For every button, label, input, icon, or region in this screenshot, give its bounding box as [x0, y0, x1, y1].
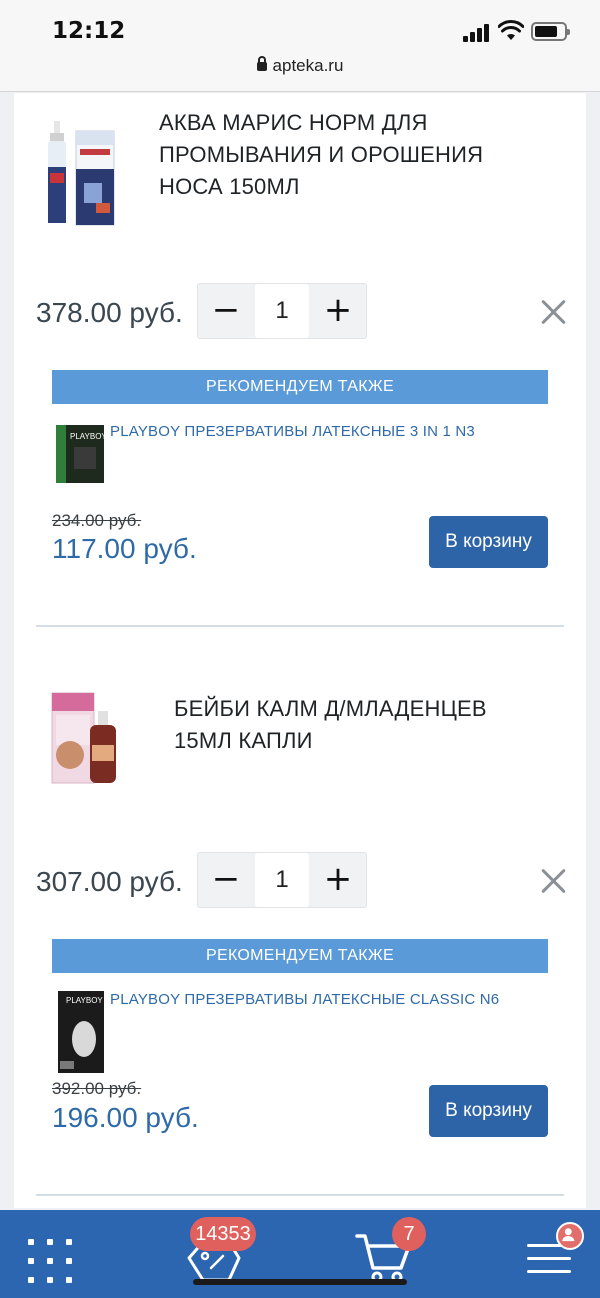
item-divider	[36, 625, 564, 627]
cellular-signal-icon	[463, 24, 491, 42]
add-to-cart-button[interactable]: В корзину	[429, 516, 548, 568]
nasal-spray-product-icon	[48, 121, 115, 226]
recommended-product-link[interactable]: PLAYBOY ПРЕЗЕРВАТИВЫ ЛАТЕКСНЫЕ 3 IN 1 N3	[110, 423, 475, 440]
remove-item-icon[interactable]	[538, 297, 568, 327]
user-notification-icon	[556, 1222, 584, 1250]
product-price: 378.00 руб.	[36, 297, 183, 328]
decrease-quantity-button[interactable]: −	[198, 853, 254, 907]
add-to-cart-button[interactable]: В корзину	[429, 1085, 548, 1137]
quantity-stepper: − 1 +	[197, 283, 367, 339]
discount-price: 117.00 руб.	[52, 533, 197, 564]
url-text: apteka.ru	[272, 56, 344, 75]
quantity-stepper: − 1 +	[197, 852, 367, 908]
drops-bottle-product-icon	[51, 692, 116, 784]
decrease-quantity-button[interactable]: −	[198, 284, 254, 338]
home-indicator	[193, 1279, 407, 1285]
status-time: 12:12	[52, 18, 126, 44]
promo-count-badge: 14353	[190, 1217, 256, 1251]
recommend-header: РЕКОМЕНДУЕМ ТАКЖЕ	[52, 939, 548, 973]
lock-icon	[256, 56, 267, 71]
cart-list: АКВА МАРИС НОРМ ДЛЯ ПРОМЫВАНИЯ И ОРОШЕНИ…	[14, 93, 586, 1208]
svg-text:PLAYBOY: PLAYBOY	[66, 996, 103, 1005]
old-price: 392.00 руб.	[52, 1079, 142, 1098]
condom-box-product-icon: PLAYBOY	[58, 991, 104, 1073]
product-name[interactable]: БЕЙБИ КАЛМ Д/МЛАДЕНЦЕВ 15МЛ КАПЛИ	[174, 693, 544, 757]
address-bar[interactable]: apteka.ru	[0, 56, 600, 76]
svg-text:PLAYBOY: PLAYBOY	[70, 432, 107, 441]
increase-quantity-button[interactable]: +	[310, 284, 366, 338]
cart-count-badge: 7	[392, 1217, 426, 1251]
item-divider	[36, 1194, 564, 1196]
status-bar: 12:12 apteka.ru	[0, 0, 600, 92]
condom-box-product-icon: PLAYBOY	[56, 425, 107, 483]
recommend-header: РЕКОМЕНДУЕМ ТАКЖЕ	[52, 370, 548, 404]
grid-menu-icon[interactable]	[28, 1239, 72, 1283]
product-price: 307.00 руб.	[36, 866, 183, 897]
battery-level	[535, 26, 557, 37]
battery-icon	[531, 22, 570, 41]
recommended-product-link[interactable]: PLAYBOY ПРЕЗЕРВАТИВЫ ЛАТЕКСНЫЕ CLASSIC N…	[110, 991, 499, 1008]
discount-price: 196.00 руб.	[52, 1102, 199, 1133]
remove-item-icon[interactable]	[538, 866, 568, 896]
product-name[interactable]: АКВА МАРИС НОРМ ДЛЯ ПРОМЫВАНИЯ И ОРОШЕНИ…	[159, 107, 539, 203]
quantity-value[interactable]: 1	[255, 853, 309, 907]
old-price: 234.00 руб.	[52, 511, 142, 530]
wifi-icon	[498, 20, 524, 40]
increase-quantity-button[interactable]: +	[310, 853, 366, 907]
quantity-value[interactable]: 1	[255, 284, 309, 338]
